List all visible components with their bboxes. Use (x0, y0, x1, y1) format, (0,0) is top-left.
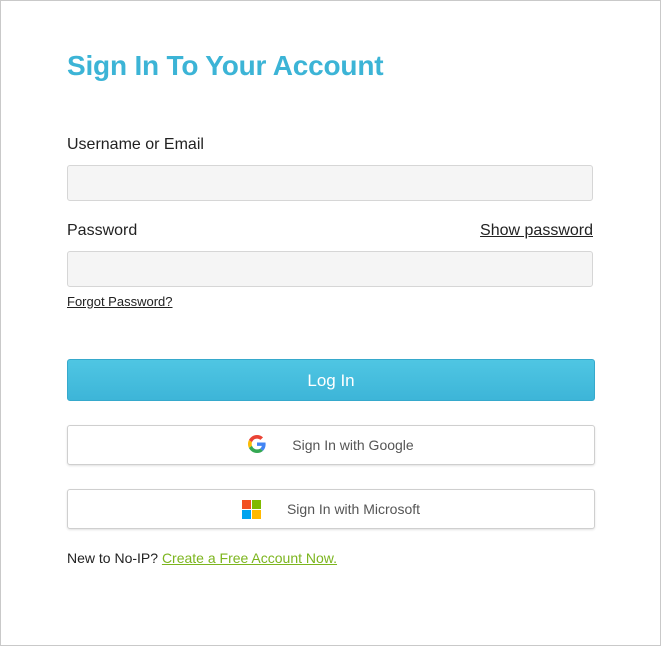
password-input[interactable] (67, 251, 593, 287)
show-password-link[interactable]: Show password (480, 222, 593, 240)
microsoft-icon (241, 499, 261, 519)
login-button[interactable]: Log In (67, 359, 595, 401)
google-icon (248, 434, 266, 456)
microsoft-signin-label: Sign In with Microsoft (286, 501, 421, 517)
google-signin-button[interactable]: Sign In with Google (67, 425, 595, 465)
password-label: Password (67, 222, 138, 239)
signup-prompt-text: New to No-IP? (67, 550, 162, 566)
username-label: Username or Email (67, 136, 204, 153)
signin-card: Sign In To Your Account Username or Emai… (0, 0, 661, 646)
signup-prompt: New to No-IP? Create a Free Account Now. (67, 550, 337, 566)
create-account-link[interactable]: Create a Free Account Now. (162, 550, 337, 566)
username-input[interactable] (67, 165, 593, 201)
page-title: Sign In To Your Account (67, 50, 384, 81)
microsoft-signin-button[interactable]: Sign In with Microsoft (67, 489, 595, 529)
forgot-password-link[interactable]: Forgot Password? (67, 294, 173, 309)
google-signin-label: Sign In with Google (292, 437, 414, 453)
